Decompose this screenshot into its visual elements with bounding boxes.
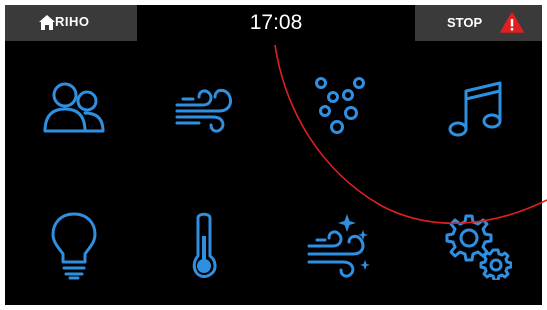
brand-logo-text: RIHO xyxy=(55,14,90,29)
music-tile[interactable] xyxy=(442,77,512,147)
users-icon xyxy=(43,82,105,133)
temperature-tile[interactable] xyxy=(169,210,239,280)
home-icon xyxy=(39,15,55,30)
air-sparkle-icon xyxy=(307,214,370,278)
air-flow-tile[interactable] xyxy=(169,75,239,145)
control-panel-screen: RIHO 17:08 STOP xyxy=(5,5,542,305)
users-tile[interactable] xyxy=(39,75,109,145)
home-button[interactable]: RIHO xyxy=(5,5,137,41)
settings-tile[interactable] xyxy=(442,210,512,280)
clock-display: 17:08 xyxy=(137,5,415,41)
lighting-tile[interactable] xyxy=(39,210,109,280)
settings-gears-icon xyxy=(445,214,512,280)
light-bulb-icon xyxy=(51,212,97,280)
air-sparkle-tile[interactable] xyxy=(303,210,373,280)
bubbles-tile[interactable] xyxy=(301,73,371,143)
warning-icon xyxy=(500,12,524,33)
bubbles-icon xyxy=(315,77,365,134)
music-note-icon xyxy=(448,81,502,137)
air-flow-icon xyxy=(175,88,233,133)
stop-button[interactable]: STOP xyxy=(415,5,542,41)
thermometer-icon xyxy=(192,212,217,278)
top-bar: RIHO 17:08 STOP xyxy=(5,5,542,41)
stop-label: STOP xyxy=(447,15,483,30)
